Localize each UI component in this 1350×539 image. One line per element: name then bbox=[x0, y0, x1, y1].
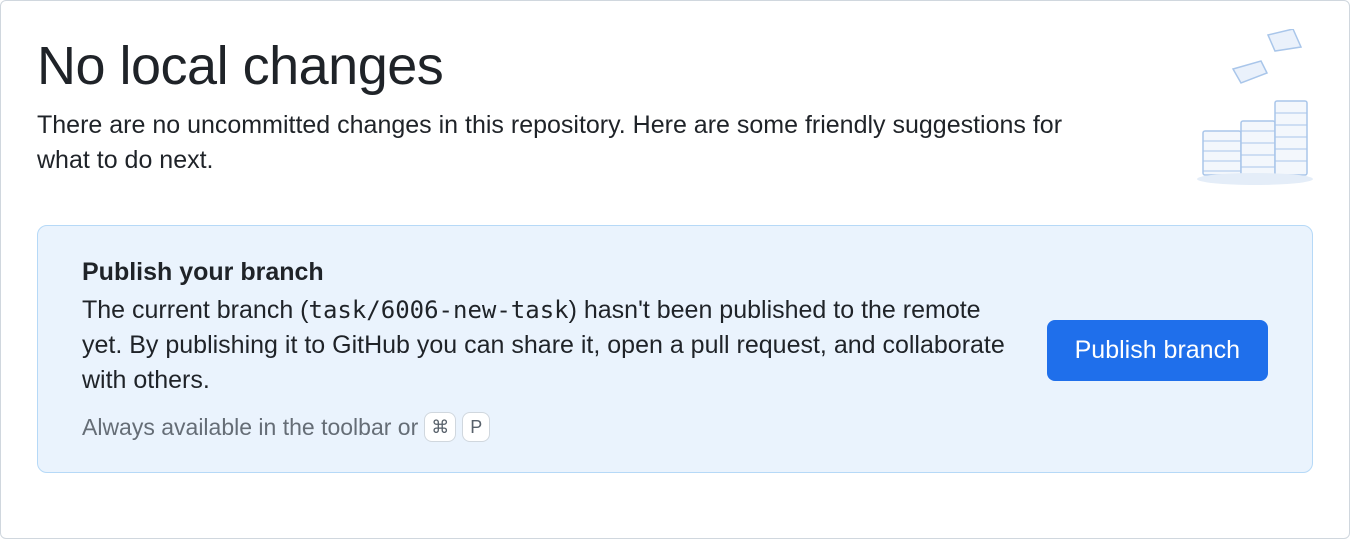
publish-branch-suggestion: Publish your branch The current branch (… bbox=[37, 225, 1313, 473]
suggestion-description: The current branch (task/6006-new-task) … bbox=[82, 293, 1007, 398]
suggestion-title: Publish your branch bbox=[82, 258, 1007, 287]
paper-stack-illustration bbox=[1133, 29, 1313, 189]
branch-name-code: task/6006-new-task bbox=[309, 296, 569, 324]
header-row: No local changes There are no uncommitte… bbox=[37, 37, 1313, 189]
page-subtitle: There are no uncommitted changes in this… bbox=[37, 108, 1097, 178]
no-changes-panel: No local changes There are no uncommitte… bbox=[0, 0, 1350, 539]
page-title: No local changes bbox=[37, 37, 1097, 96]
header-text: No local changes There are no uncommitte… bbox=[37, 37, 1097, 178]
publish-branch-button[interactable]: Publish branch bbox=[1047, 320, 1268, 381]
toolbar-hint: Always available in the toolbar or ⌘ P bbox=[82, 412, 1007, 442]
suggestion-text: Publish your branch The current branch (… bbox=[82, 258, 1007, 442]
kbd-cmd-icon: ⌘ bbox=[424, 412, 456, 442]
desc-prefix: The current branch ( bbox=[82, 296, 309, 324]
kbd-key: P bbox=[462, 412, 490, 442]
hint-prefix: Always available in the toolbar or bbox=[82, 414, 418, 441]
